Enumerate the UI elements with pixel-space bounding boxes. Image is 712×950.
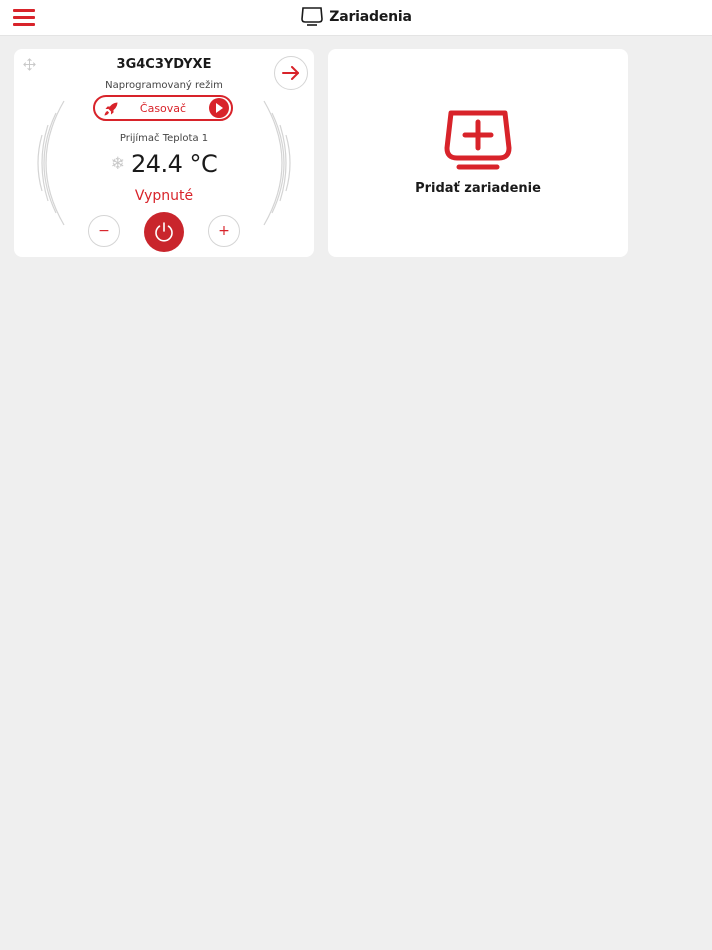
increase-temperature-button[interactable]: + <box>208 215 240 247</box>
top-bar: Zariadenia <box>0 0 712 36</box>
device-icon <box>301 7 324 26</box>
add-device-label: Pridať zariadenie <box>415 181 541 196</box>
power-button[interactable] <box>144 212 184 252</box>
play-icon[interactable] <box>209 98 229 118</box>
decrease-temperature-button[interactable]: − <box>88 215 120 247</box>
temperature-value: 24.4 °C <box>130 150 218 178</box>
snowflake-icon: ❄ <box>110 153 125 174</box>
arrow-right-icon <box>282 66 299 80</box>
dial-arc-left <box>37 100 65 226</box>
page-title: Zariadenia <box>0 6 712 28</box>
add-device-card[interactable]: Pridať zariadenie <box>328 49 628 257</box>
mode-label: Naprogramovaný režim <box>105 80 223 91</box>
mode-selector[interactable]: Časovač <box>93 95 233 121</box>
power-icon <box>155 222 173 242</box>
page-title-text: Zariadenia <box>329 9 412 25</box>
device-card: 3G4C3YDYXE Naprogramovaný režim Časovač … <box>14 49 314 257</box>
add-device-icon <box>444 110 512 170</box>
dial-arc-right <box>263 100 291 226</box>
device-name: 3G4C3YDYXE <box>116 57 212 72</box>
